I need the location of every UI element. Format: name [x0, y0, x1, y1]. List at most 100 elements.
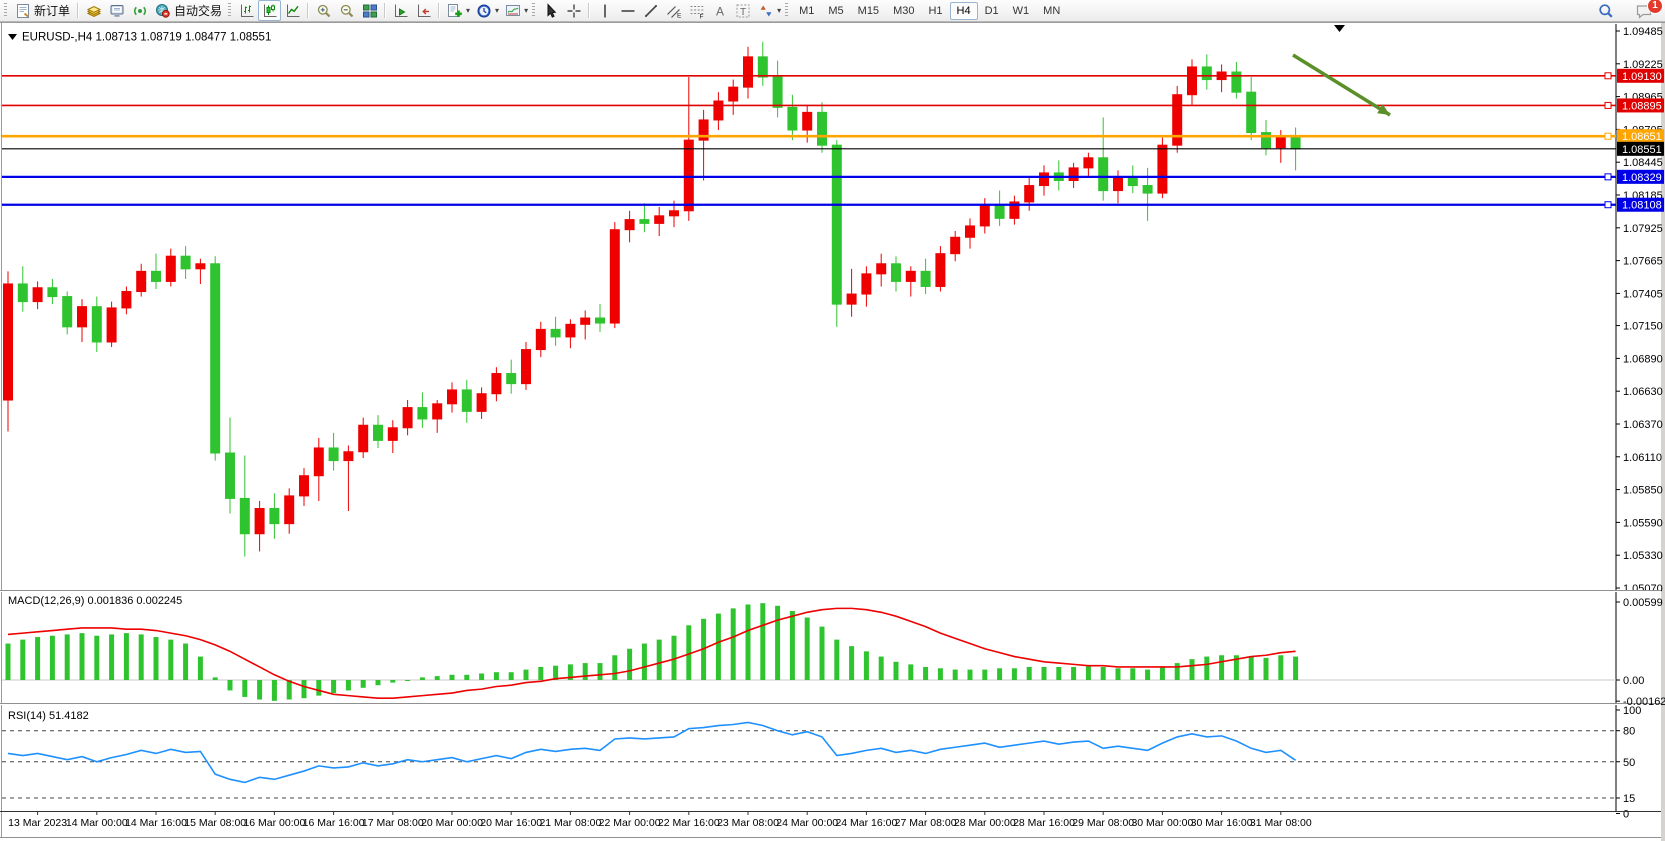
toolbar-grip[interactable] [4, 3, 7, 18]
toolbar-grip[interactable] [785, 3, 788, 18]
svg-text:A: A [716, 4, 724, 18]
price-axis-label: 1.06110 [1623, 452, 1662, 464]
timeframe-button-h1[interactable]: H1 [921, 2, 949, 20]
crosshair-icon[interactable] [562, 0, 585, 21]
zoom-in-icon[interactable] [312, 0, 335, 21]
macd-bar [790, 611, 795, 680]
macd-bar [1056, 667, 1061, 680]
candle-down [329, 448, 338, 461]
search-icon[interactable] [1595, 1, 1617, 20]
vertical-line-icon [597, 3, 613, 19]
horizontal-line-icon[interactable] [616, 0, 639, 21]
timeframe-button-m1[interactable]: M1 [792, 2, 821, 20]
candle-up [492, 374, 501, 394]
price-tag-label: 1.08895 [1622, 100, 1662, 112]
periods-dropdown-caret[interactable]: ▾ [495, 6, 499, 15]
macd-bar [50, 636, 55, 680]
signal-icon[interactable] [128, 0, 151, 21]
chat-icon[interactable]: 1 [1633, 1, 1655, 20]
candle-down [507, 374, 516, 384]
level-line-handle[interactable] [1605, 174, 1611, 180]
timeframe-button-mn[interactable]: MN [1036, 2, 1067, 20]
macd-bar [20, 640, 25, 680]
level-line-handle[interactable] [1605, 202, 1611, 208]
level-line-handle[interactable] [1605, 73, 1611, 79]
indicators-icon[interactable] [443, 0, 466, 21]
book-icon[interactable] [82, 0, 105, 21]
templates-icon[interactable] [501, 0, 524, 21]
timeframe-button-d1[interactable]: D1 [978, 2, 1006, 20]
bar-chart-icon [239, 3, 255, 19]
macd-bar [894, 662, 899, 680]
new-order-button-label: 新订单 [34, 2, 70, 19]
line-chart-icon[interactable] [281, 0, 304, 21]
candle-up [448, 390, 457, 404]
auto-scroll-icon[interactable] [389, 0, 412, 21]
candle-up [936, 254, 945, 287]
time-axis-label: 23 Mar 08:00 [717, 817, 779, 829]
macd-bar [731, 608, 736, 680]
candle-up [744, 57, 753, 87]
macd-bar [405, 680, 410, 681]
timeframe-button-m5[interactable]: M5 [821, 2, 850, 20]
bar-chart-icon[interactable] [235, 0, 258, 21]
fibonacci-icon[interactable]: F [685, 0, 708, 21]
candlestick-chart-icon[interactable] [258, 0, 281, 21]
chart-canvas[interactable]: 1.094851.092251.089651.087051.084451.081… [0, 22, 1665, 841]
time-axis-label: 21 Mar 08:00 [539, 817, 601, 829]
toolbar-grip[interactable] [532, 3, 535, 18]
candlestick-chart-icon [262, 3, 278, 19]
time-axis-label: 30 Mar 16:00 [1191, 817, 1253, 829]
candle-down [892, 264, 901, 282]
zoom-out-icon[interactable] [335, 0, 358, 21]
chart-shift-icon[interactable] [412, 0, 435, 21]
equidistant-channel-icon: E [666, 3, 682, 19]
macd-bar [509, 672, 514, 680]
time-axis-label: 28 Mar 16:00 [1013, 817, 1075, 829]
timeframe-button-m15[interactable]: M15 [851, 2, 886, 20]
candle-up [1158, 145, 1167, 193]
candle-up [1276, 138, 1285, 148]
arrows-icon[interactable] [754, 0, 777, 21]
candle-up [300, 476, 309, 496]
timeframe-button-m30[interactable]: M30 [886, 2, 921, 20]
cursor-icon [543, 3, 559, 19]
templates-dropdown-caret[interactable]: ▾ [524, 6, 528, 15]
macd-bar [361, 680, 366, 688]
candle-down [92, 307, 101, 342]
candle-down [226, 453, 235, 498]
equidistant-channel-icon[interactable]: E [662, 0, 685, 21]
macd-bar [109, 634, 114, 680]
toolbar-grip[interactable] [228, 3, 231, 18]
text-icon[interactable]: A [708, 0, 731, 21]
timeframe-button-w1[interactable]: W1 [1006, 2, 1037, 20]
candle-up [1040, 173, 1049, 186]
tile-windows-icon[interactable] [358, 0, 381, 21]
trendline-icon[interactable] [639, 0, 662, 21]
candle-down [152, 271, 161, 281]
level-line-handle[interactable] [1605, 102, 1611, 108]
rsi-axis-label: 15 [1623, 793, 1635, 805]
text-label-icon[interactable]: T [731, 0, 754, 21]
time-axis-label: 16 Mar 00:00 [243, 817, 305, 829]
new-order-button[interactable]: 新订单 [11, 1, 74, 20]
autotrading-button[interactable]: 自动交易 [151, 1, 226, 20]
rsi-axis-label: 100 [1623, 705, 1641, 717]
candle-down [418, 408, 427, 419]
time-axis-label: 17 Mar 08:00 [362, 817, 424, 829]
arrows-dropdown-caret[interactable]: ▾ [777, 6, 781, 15]
timeframe-button-h4[interactable]: H4 [950, 2, 978, 20]
cursor-icon[interactable] [539, 0, 562, 21]
candle-up [522, 350, 531, 384]
vertical-line-icon[interactable] [593, 0, 616, 21]
computer-icon[interactable] [105, 0, 128, 21]
macd-bar [997, 668, 1002, 680]
periods-icon[interactable] [472, 0, 495, 21]
indicators-dropdown-caret[interactable]: ▾ [466, 6, 470, 15]
chart-window[interactable]: 1.094851.092251.089651.087051.084451.081… [0, 22, 1665, 841]
time-axis-label: 28 Mar 00:00 [954, 817, 1016, 829]
macd-bar [6, 644, 11, 680]
candle-up [980, 206, 989, 226]
price-tag-label: 1.08108 [1622, 200, 1662, 212]
level-line-handle[interactable] [1605, 133, 1611, 139]
